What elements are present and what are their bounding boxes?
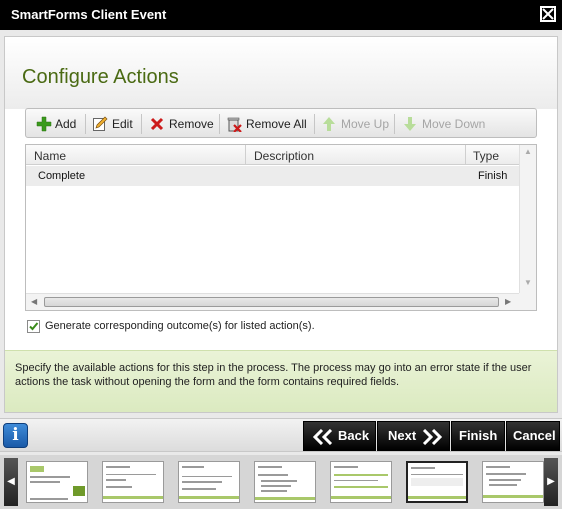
remove-icon xyxy=(149,116,165,132)
actions-grid: Name Description Type Complete Finish ▲ … xyxy=(25,144,537,311)
window-titlebar: SmartForms Client Event xyxy=(0,0,562,30)
info-icon[interactable]: i xyxy=(3,423,28,448)
column-divider xyxy=(465,145,466,165)
remove-all-label: Remove All xyxy=(246,117,307,131)
move-down-button[interactable]: Move Down xyxy=(402,115,486,133)
remove-all-button[interactable]: Remove All xyxy=(226,115,307,133)
move-down-label: Move Down xyxy=(422,117,486,131)
scroll-left-icon[interactable]: ◀ xyxy=(31,297,37,306)
thumbnails-next-icon[interactable]: ▶ xyxy=(544,458,558,506)
step-thumbnail[interactable] xyxy=(26,461,88,503)
actions-toolbar: Add Edit Remove Remove All Move Up Move … xyxy=(25,108,537,138)
generate-outcomes-label: Generate corresponding outcome(s) for li… xyxy=(45,320,315,332)
toolbar-divider xyxy=(85,114,86,134)
toolbar-divider xyxy=(394,114,395,134)
help-text-panel: Specify the available actions for this s… xyxy=(5,350,557,412)
column-header-description[interactable]: Description xyxy=(254,149,314,163)
help-text: Specify the available actions for this s… xyxy=(15,362,532,388)
step-thumbnail-current[interactable] xyxy=(406,461,468,503)
cancel-label: Cancel xyxy=(513,428,556,443)
finish-label: Finish xyxy=(459,428,498,443)
grid-header: Name Description Type xyxy=(26,145,519,165)
window-title: SmartForms Client Event xyxy=(11,7,167,22)
step-thumbnail[interactable] xyxy=(254,461,316,503)
step-thumbnail[interactable] xyxy=(178,461,240,503)
scroll-corner xyxy=(519,293,536,310)
edit-icon xyxy=(92,116,108,132)
next-label: Next xyxy=(388,428,417,443)
cell-name: Complete xyxy=(38,170,86,182)
finish-button[interactable]: Finish xyxy=(451,421,505,451)
step-thumbnail-strip: ◀ ▶ xyxy=(0,455,562,509)
cell-type: Finish xyxy=(478,170,508,182)
scroll-thumb[interactable] xyxy=(44,297,499,307)
edit-button[interactable]: Edit xyxy=(92,115,134,133)
close-icon[interactable] xyxy=(540,6,556,22)
move-up-label: Move Up xyxy=(341,117,390,131)
arrow-down-icon xyxy=(402,116,418,132)
add-icon xyxy=(36,116,52,132)
step-thumbnail[interactable] xyxy=(102,461,164,503)
toolbar-divider xyxy=(314,114,315,134)
vertical-scrollbar[interactable]: ▲ ▼ xyxy=(519,145,536,293)
move-up-button[interactable]: Move Up xyxy=(321,115,390,133)
scroll-up-icon[interactable]: ▲ xyxy=(524,147,532,156)
step-thumbnail[interactable] xyxy=(330,461,392,503)
arrow-up-icon xyxy=(321,116,337,132)
column-divider xyxy=(245,145,246,165)
chevron-right-icon xyxy=(422,429,442,445)
scroll-down-icon[interactable]: ▼ xyxy=(524,278,532,287)
column-header-name[interactable]: Name xyxy=(34,149,66,163)
wizard-panel: Configure Actions Add Edit Remove Remove… xyxy=(4,36,558,413)
trash-icon xyxy=(226,116,242,133)
cancel-button[interactable]: Cancel xyxy=(506,421,560,451)
remove-button[interactable]: Remove xyxy=(149,115,214,133)
step-thumbnail[interactable] xyxy=(482,461,544,503)
back-button[interactable]: Back xyxy=(303,421,376,451)
next-button[interactable]: Next xyxy=(377,421,450,451)
scroll-right-icon[interactable]: ▶ xyxy=(505,297,511,306)
back-label: Back xyxy=(338,428,370,443)
toolbar-divider xyxy=(219,114,220,134)
remove-label: Remove xyxy=(169,117,214,131)
horizontal-scrollbar[interactable]: ◀ ▶ xyxy=(26,293,519,310)
add-label: Add xyxy=(55,117,77,131)
table-row[interactable]: Complete Finish xyxy=(26,166,519,186)
generate-outcomes-checkbox[interactable] xyxy=(27,320,40,333)
edit-label: Edit xyxy=(112,117,133,131)
add-button[interactable]: Add xyxy=(36,115,80,133)
toolbar-divider xyxy=(141,114,142,134)
thumbnails-prev-icon[interactable]: ◀ xyxy=(4,458,18,506)
page-title: Configure Actions xyxy=(22,66,179,88)
chevron-left-icon xyxy=(313,429,333,445)
column-header-type[interactable]: Type xyxy=(473,149,499,163)
wizard-navigation: i Back Next Finish Cancel xyxy=(0,418,562,452)
